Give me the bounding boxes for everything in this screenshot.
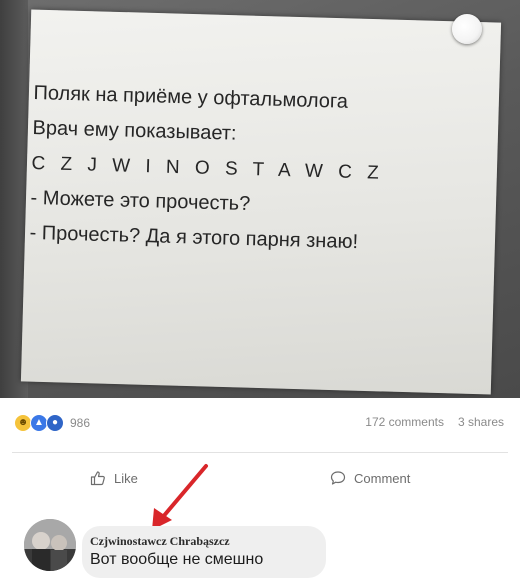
love-reaction-icon: ● <box>46 414 64 432</box>
thumbs-up-icon <box>90 471 105 486</box>
avatar-photo <box>24 519 76 571</box>
reaction-count: 986 <box>70 416 91 430</box>
divider <box>12 452 508 453</box>
comment-author-name[interactable]: Czjwinostawcz Chrabąszcz <box>90 534 230 549</box>
shares-count-link[interactable]: 3 shares <box>458 415 504 429</box>
like-button-label: Like <box>114 470 138 486</box>
comment-bubble-icon <box>330 471 346 485</box>
comment-bubble[interactable]: Czjwinostawcz Chrabąszcz Вот вообще не с… <box>82 526 326 578</box>
comments-count-link[interactable]: 172 comments <box>365 415 444 429</box>
reactions-summary[interactable]: ☻ ▲ ● 986 <box>14 414 90 432</box>
comment-author-avatar[interactable] <box>24 519 76 571</box>
post-stats-bar: ☻ ▲ ● 986 172 comments 3 shares <box>0 406 520 442</box>
comment-button-label: Comment <box>354 470 411 486</box>
red-arrow-icon <box>152 464 208 530</box>
like-button[interactable]: Like <box>90 470 138 486</box>
post-photo[interactable]: Поляк на приёме у офтальмолога Врач ему … <box>0 0 520 398</box>
post-actions: Like Comment <box>0 470 520 500</box>
pushpin-icon <box>452 14 482 44</box>
comment-button[interactable]: Comment <box>330 470 410 486</box>
sign-text: Поляк на приёме у офтальмолога Врач ему … <box>29 76 504 264</box>
comment-text: Вот вообще не смешно <box>90 551 264 568</box>
